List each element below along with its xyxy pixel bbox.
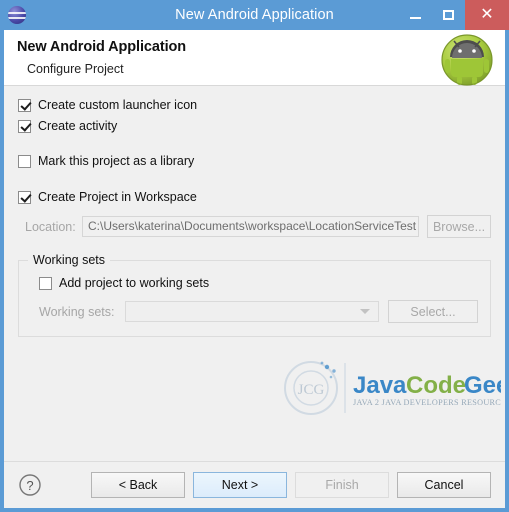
close-icon: ✕	[480, 6, 494, 23]
checkbox-mark-as-library[interactable]	[18, 154, 31, 168]
back-button[interactable]: < Back	[91, 472, 185, 498]
checkbox-row-create-custom-launcher-icon[interactable]: Create custom launcher icon	[18, 98, 491, 112]
maximize-icon	[443, 10, 454, 20]
wizard-subtitle: Configure Project	[27, 62, 124, 76]
location-label: Location:	[25, 219, 76, 234]
checkbox-add-project-to-working-sets[interactable]	[39, 276, 52, 290]
working-sets-combo-label: Working sets:	[39, 304, 115, 319]
label-create-activity: Create activity	[38, 119, 118, 133]
finish-button: Finish	[295, 472, 389, 498]
android-robot-icon	[441, 34, 493, 86]
java-code-geeks-watermark: JCG Java Code Geeks JAVA 2 JAVA DEVELOPE…	[284, 361, 501, 415]
watermark-word-java: Java	[353, 372, 407, 399]
label-mark-as-library: Mark this project as a library	[38, 154, 195, 168]
working-sets-combo-row: Working sets: Select...	[39, 300, 478, 323]
chevron-down-icon	[360, 309, 370, 314]
location-row: Location: C:\Users\katerina\Documents\wo…	[18, 215, 491, 238]
jcg-monogram: JCG	[298, 382, 325, 398]
dialog-client-area: New Android Application Configure Projec…	[4, 30, 505, 508]
svg-text:?: ?	[26, 478, 33, 493]
minimize-button[interactable]	[399, 0, 432, 30]
watermark-tagline: JAVA 2 JAVA DEVELOPERS RESOURCE CENTER	[353, 398, 501, 407]
working-sets-combo[interactable]	[125, 301, 379, 322]
checkbox-row-create-project-in-workspace[interactable]: Create Project in Workspace	[18, 190, 491, 204]
wizard-title: New Android Application	[17, 39, 187, 55]
browse-button[interactable]: Browse...	[427, 215, 491, 238]
checkbox-row-create-activity[interactable]: Create activity	[18, 119, 491, 133]
checkbox-row-mark-as-library[interactable]: Mark this project as a library	[18, 154, 491, 168]
maximize-button[interactable]	[432, 0, 465, 30]
cancel-button[interactable]: Cancel	[397, 472, 491, 498]
checkbox-create-custom-launcher-icon[interactable]	[18, 98, 31, 112]
working-sets-group: Working sets Add project to working sets…	[18, 253, 491, 337]
title-bar[interactable]: New Android Application ✕	[0, 0, 509, 30]
dialog-footer: ? < Back Next > Finish Cancel	[4, 461, 505, 508]
window-controls: ✕	[399, 0, 509, 30]
close-button[interactable]: ✕	[465, 0, 509, 30]
minimize-icon	[410, 17, 421, 19]
checkbox-row-add-project-to-working-sets[interactable]: Add project to working sets	[39, 276, 478, 290]
location-input[interactable]: C:\Users\katerina\Documents\workspace\Lo…	[82, 216, 419, 237]
checkbox-create-activity[interactable]	[18, 119, 31, 133]
eclipse-icon	[8, 6, 26, 24]
label-create-custom-launcher-icon: Create custom launcher icon	[38, 98, 198, 112]
label-create-project-in-workspace: Create Project in Workspace	[38, 190, 197, 204]
watermark-word-geeks: Geeks	[464, 372, 501, 399]
dialog-window: New Android Application ✕ New Android Ap…	[0, 0, 509, 512]
footer-button-group: < Back Next > Finish Cancel	[83, 472, 491, 498]
select-working-sets-button[interactable]: Select...	[388, 300, 478, 323]
label-add-project-to-working-sets: Add project to working sets	[59, 276, 210, 290]
watermark-word-code: Code	[406, 372, 466, 399]
wizard-header: New Android Application Configure Projec…	[4, 30, 505, 86]
help-icon[interactable]: ?	[18, 473, 42, 497]
working-sets-legend: Working sets	[28, 253, 111, 267]
checkbox-create-project-in-workspace[interactable]	[18, 190, 31, 204]
configure-project-form: Create custom launcher icon Create activ…	[4, 86, 505, 461]
next-button[interactable]: Next >	[193, 472, 287, 498]
